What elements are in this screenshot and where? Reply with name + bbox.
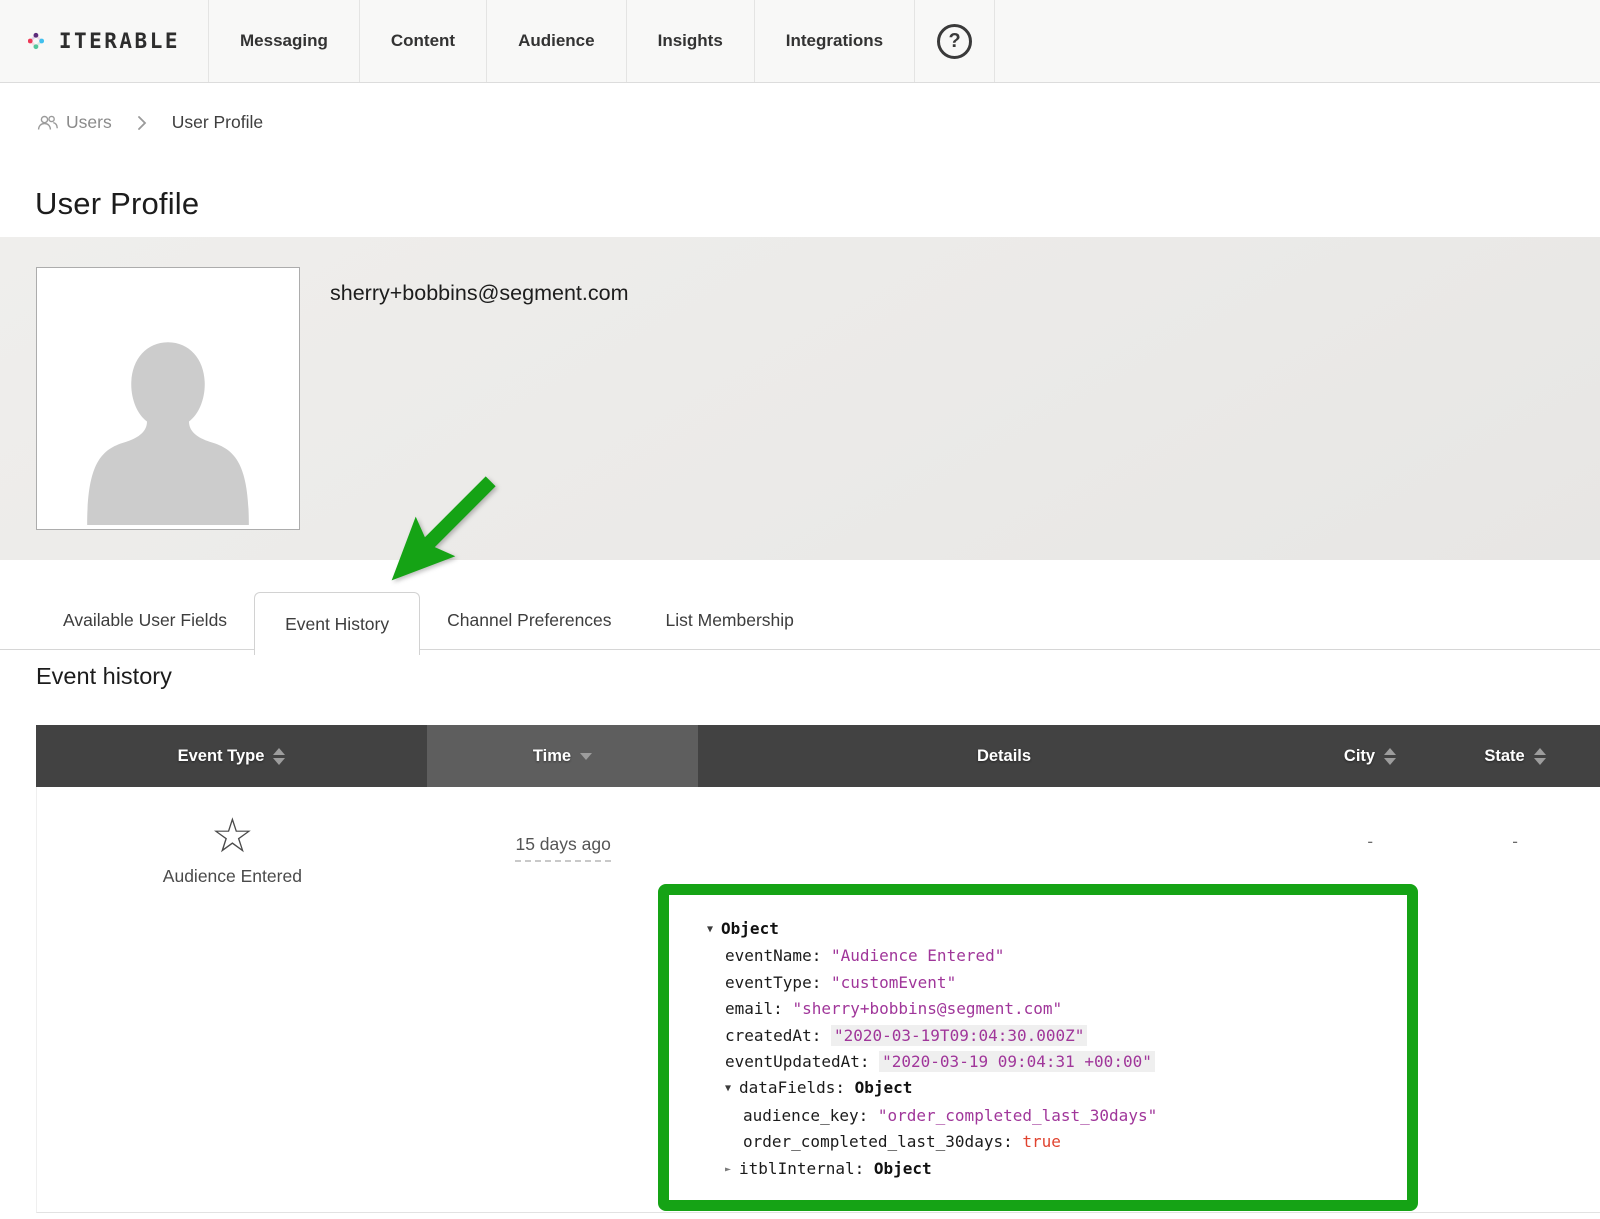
tab-bar: Available User FieldsEvent HistoryChanne…	[0, 592, 1600, 650]
nav-item-content[interactable]: Content	[359, 0, 486, 82]
users-icon	[36, 114, 59, 132]
person-silhouette-icon	[63, 311, 273, 529]
column-label: City	[1344, 747, 1375, 766]
page-title: User Profile	[35, 186, 199, 222]
json-tree: ▼ObjecteventName: "Audience Entered"even…	[669, 895, 1407, 1183]
json-key: eventUpdatedAt:	[725, 1052, 879, 1071]
json-key: audience_key:	[743, 1106, 878, 1125]
twisty-expanded-icon[interactable]: ▼	[725, 1076, 731, 1102]
nav-item-audience[interactable]: Audience	[486, 0, 626, 82]
nav-items: MessagingContentAudienceInsightsIntegrat…	[208, 0, 914, 82]
help-icon: ?	[937, 24, 972, 59]
json-key: order_completed_last_30days:	[743, 1132, 1022, 1151]
column-label: Time	[533, 747, 571, 766]
annotation-green-box: ▼ObjecteventName: "Audience Entered"even…	[658, 884, 1418, 1211]
tab-event-history[interactable]: Event History	[254, 592, 420, 655]
annotation-arrow-icon	[358, 450, 518, 600]
sort-desc-icon	[273, 758, 285, 765]
sort-asc-icon	[1534, 748, 1546, 755]
json-value: true	[1022, 1132, 1061, 1151]
tab-channel-preferences[interactable]: Channel Preferences	[420, 592, 638, 649]
sort-asc-icon	[273, 748, 285, 755]
sort-asc-icon	[1384, 748, 1396, 755]
profile-hero: sherry+bobbins@segment.com	[0, 237, 1600, 560]
json-line-eventType: eventType: "customEvent"	[707, 970, 1399, 996]
sort-desc-icon	[1384, 758, 1396, 765]
column-header-city[interactable]: City	[1310, 725, 1430, 787]
sort-icon	[1384, 748, 1396, 765]
chevron-right-icon	[137, 115, 147, 131]
tab-list-membership[interactable]: List Membership	[639, 592, 821, 649]
sort-icon	[273, 748, 285, 765]
event-type-label: Audience Entered	[37, 866, 428, 887]
json-key: dataFields:	[739, 1078, 855, 1097]
breadcrumb-users-link[interactable]: Users	[36, 112, 112, 133]
column-label: Event Type	[178, 747, 265, 766]
tab-available-user-fields[interactable]: Available User Fields	[36, 592, 254, 649]
nav-item-integrations[interactable]: Integrations	[754, 0, 914, 82]
json-line-email: email: "sherry+bobbins@segment.com"	[707, 996, 1399, 1022]
table-header-row: Event Type Time Details City State	[36, 725, 1600, 787]
column-header-details: Details	[698, 725, 1310, 787]
relative-time[interactable]: 15 days ago	[515, 834, 610, 862]
help-button[interactable]: ?	[914, 0, 995, 82]
column-label: Details	[977, 747, 1031, 766]
state-cell: -	[1430, 787, 1600, 1212]
json-value: Object	[721, 919, 779, 938]
event-type-cell: ☆ Audience Entered	[37, 787, 428, 1212]
sort-desc-icon	[1534, 758, 1546, 765]
json-value: Object	[855, 1078, 913, 1097]
twisty-collapsed-icon[interactable]: ►	[725, 1157, 731, 1183]
brand-name: ITERABLE	[59, 29, 180, 53]
column-header-event-type[interactable]: Event Type	[36, 725, 427, 787]
nav-item-messaging[interactable]: Messaging	[208, 0, 359, 82]
user-email: sherry+bobbins@segment.com	[330, 281, 628, 306]
json-value: Object	[874, 1159, 932, 1178]
json-line-audience_key: audience_key: "order_completed_last_30da…	[707, 1103, 1399, 1129]
breadcrumb-current: User Profile	[172, 112, 263, 133]
breadcrumb: Users User Profile	[36, 112, 263, 133]
page: ITERABLE MessagingContentAudienceInsight…	[0, 0, 1600, 1219]
json-value: "2020-03-19 09:04:31 +00:00"	[879, 1051, 1155, 1072]
column-label: State	[1484, 747, 1524, 766]
json-key: itblInternal:	[739, 1159, 874, 1178]
json-value: "customEvent"	[831, 973, 956, 992]
json-key: email:	[725, 999, 792, 1018]
brand[interactable]: ITERABLE	[0, 0, 208, 82]
iterable-logo-icon	[28, 15, 44, 67]
json-line-itblInternal: ► itblInternal: Object	[707, 1156, 1399, 1183]
json-key: eventType:	[725, 973, 831, 992]
json-value: "sherry+bobbins@segment.com"	[792, 999, 1062, 1018]
column-header-state[interactable]: State	[1430, 725, 1600, 787]
json-line-eventName: eventName: "Audience Entered"	[707, 943, 1399, 969]
top-nav: ITERABLE MessagingContentAudienceInsight…	[0, 0, 1600, 83]
json-line-order_completed_last_30days: order_completed_last_30days: true	[707, 1129, 1399, 1155]
section-heading: Event history	[36, 663, 172, 690]
json-key: createdAt:	[725, 1026, 831, 1045]
json-line-dataFields: ▼ dataFields: Object	[707, 1075, 1399, 1102]
json-value: "Audience Entered"	[831, 946, 1004, 965]
twisty-expanded-icon[interactable]: ▼	[707, 917, 713, 943]
sort-desc-icon	[580, 753, 592, 760]
json-value: "order_completed_last_30days"	[878, 1106, 1157, 1125]
breadcrumb-users-label: Users	[66, 112, 112, 133]
sort-icon	[1534, 748, 1546, 765]
json-line-eventUpdatedAt: eventUpdatedAt: "2020-03-19 09:04:31 +00…	[707, 1049, 1399, 1075]
star-icon: ☆	[37, 811, 428, 864]
avatar	[36, 267, 300, 530]
column-header-time[interactable]: Time	[427, 725, 698, 787]
json-key: eventName:	[725, 946, 831, 965]
json-line-createdAt: createdAt: "2020-03-19T09:04:30.000Z"	[707, 1023, 1399, 1049]
json-value: "2020-03-19T09:04:30.000Z"	[831, 1025, 1087, 1046]
json-line-root: ▼ Object	[707, 916, 1399, 943]
nav-item-insights[interactable]: Insights	[626, 0, 754, 82]
